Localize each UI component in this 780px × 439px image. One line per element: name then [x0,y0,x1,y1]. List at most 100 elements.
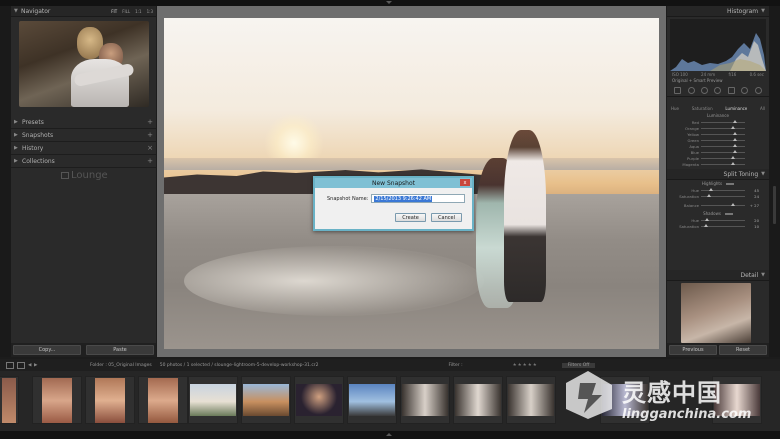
collapse-triangle-icon[interactable]: ▼ [761,272,765,278]
second-window-icon[interactable] [17,361,25,369]
slider-track[interactable] [701,188,745,191]
histogram-header[interactable]: Histogram ▼ [667,6,769,17]
expand-triangle-icon[interactable]: ▶ [14,145,22,151]
close-icon[interactable]: x [460,179,470,186]
slider-value[interactable]: 24 [745,194,759,199]
tab-all[interactable]: All [760,106,765,111]
red-eye-icon[interactable] [714,86,722,94]
dialog-titlebar[interactable]: New Snapshot x [315,178,472,188]
tab-saturation[interactable]: Saturation [692,106,713,111]
slider-knob[interactable] [707,194,711,197]
slider-row[interactable]: Saturation 24 [667,193,769,199]
slider-knob[interactable] [704,224,708,227]
crop-icon[interactable] [687,86,695,94]
slider-knob[interactable] [731,156,735,159]
slider-track[interactable] [701,132,745,135]
cancel-button[interactable]: Cancel [431,213,462,222]
slider-track[interactable] [701,224,745,227]
shadow-color-swatch[interactable] [724,212,733,215]
reset-button[interactable]: Reset [719,345,767,355]
adjustment-brush-icon[interactable] [754,86,762,94]
navigator-header[interactable]: ▼ Navigator FIT FILL 1:1 1:3 [11,6,156,17]
collapse-arrow-icon[interactable] [386,1,392,4]
slider-knob[interactable] [733,138,737,141]
slider-track[interactable] [701,126,745,129]
filmstrip-thumb[interactable] [0,376,19,424]
copy-button[interactable]: Copy... [13,345,81,355]
slider-knob[interactable] [733,150,737,153]
detail-preview[interactable] [681,283,751,343]
slider-track[interactable] [701,138,745,141]
slider-track[interactable] [701,194,745,197]
balance-slider[interactable]: Balance + 27 [667,202,769,208]
tab-luminance[interactable]: Luminance [725,106,747,111]
highlight-color-swatch[interactable] [726,182,735,185]
zoom-1-3[interactable]: 1:3 [147,9,153,14]
slider-track[interactable] [701,144,745,147]
clear-history-icon[interactable]: × [147,144,153,152]
slider-track[interactable] [701,120,745,123]
expand-triangle-icon[interactable]: ▼ [14,8,21,14]
filmstrip-thumb[interactable] [32,376,82,424]
folder-info[interactable]: Folder : 05_Original Images [90,363,152,368]
filmstrip-thumb[interactable] [138,376,188,424]
slider-knob[interactable] [733,144,737,147]
right-scrollbar[interactable] [773,186,776,224]
collapse-arrow-icon[interactable] [386,433,392,436]
filmstrip-thumb[interactable] [241,376,291,424]
history-section[interactable]: ▶ History × [11,142,156,155]
snapshot-name-input[interactable]: 2/15/2013 9:26:42 AM [371,194,466,203]
add-snapshot-icon[interactable]: + [147,131,153,139]
create-button[interactable]: Create [395,213,426,222]
collections-section[interactable]: ▶ Collections + [11,155,156,168]
preview-status[interactable]: Original + Smart Preview [667,77,769,84]
expand-triangle-icon[interactable]: ▶ [14,132,22,138]
previous-button[interactable]: Previous [669,345,717,355]
forward-arrow-icon[interactable]: ▶ [34,363,40,368]
zoom-1-1[interactable]: 1:1 [135,9,141,14]
slider-value[interactable]: 20 [745,218,759,223]
split-toning-header[interactable]: Split Toning ▼ [667,169,769,180]
zoom-fill[interactable]: FILL [122,9,130,14]
collapse-triangle-icon[interactable]: ▼ [761,8,765,14]
radial-filter-icon[interactable] [741,86,749,94]
add-preset-icon[interactable]: + [147,118,153,126]
paste-button[interactable]: Paste [86,345,154,355]
slider-value[interactable]: 10 [745,224,759,229]
slider-value[interactable]: 45 [745,188,759,193]
slider-track[interactable] [701,150,745,153]
tab-hue[interactable]: Hue [671,106,679,111]
histogram-graph[interactable] [670,19,766,71]
collapse-triangle-icon[interactable]: ▼ [761,171,765,177]
balance-value[interactable]: + 27 [745,203,759,208]
graduated-filter-icon[interactable] [727,86,735,94]
expand-triangle-icon[interactable]: ▶ [14,119,22,125]
zoom-fit[interactable]: FIT [111,9,117,14]
left-panel-edge[interactable] [0,6,11,357]
slider-knob[interactable] [709,188,713,191]
filmstrip-thumb[interactable] [294,376,344,424]
filmstrip-thumb[interactable] [400,376,450,424]
slider-track[interactable] [701,162,745,165]
main-window-icon[interactable] [6,361,14,369]
slider-track[interactable] [701,156,745,159]
add-collection-icon[interactable]: + [147,157,153,165]
slider-track[interactable] [701,218,745,221]
filmstrip-thumb[interactable] [453,376,503,424]
grid-icon[interactable] [674,86,682,94]
slider-knob[interactable] [733,120,737,123]
slider-knob[interactable] [731,162,735,165]
filmstrip-thumb[interactable] [85,376,135,424]
expand-triangle-icon[interactable]: ▶ [14,158,22,164]
spot-removal-icon[interactable] [701,86,709,94]
filmstrip-thumb[interactable] [347,376,397,424]
filmstrip-thumb[interactable] [188,376,238,424]
presets-section[interactable]: ▶ Presets + [11,116,156,129]
slider-knob[interactable] [733,132,737,135]
snapshots-section[interactable]: ▶ Snapshots + [11,129,156,142]
filmstrip-thumb[interactable] [506,376,556,424]
slider-knob[interactable] [731,126,735,129]
bottom-panel-toggle[interactable] [0,431,780,439]
rating-filter-stars-icon[interactable]: ★★★★★ [513,363,538,368]
slider-row[interactable]: Magenta [667,161,769,167]
